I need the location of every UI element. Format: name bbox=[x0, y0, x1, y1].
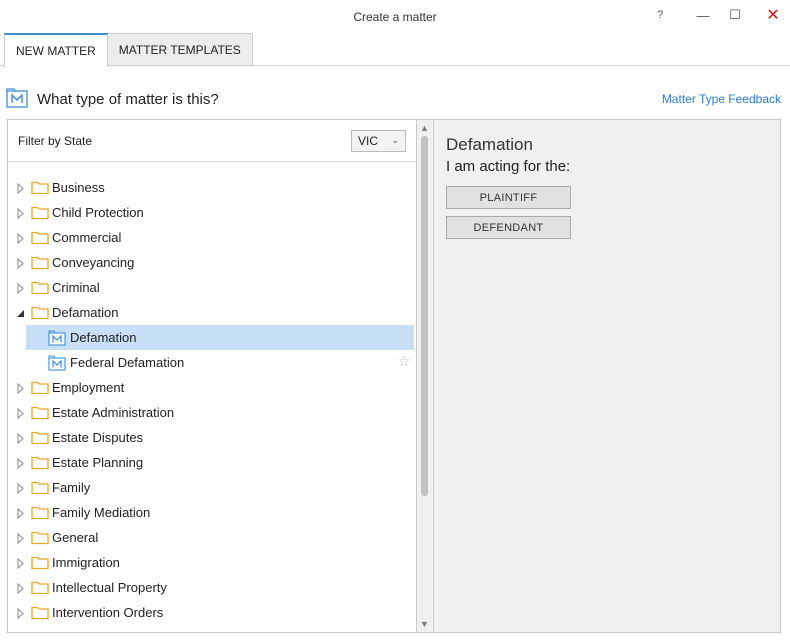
tree-folder-label: Intellectual Property bbox=[52, 580, 167, 595]
expand-arrow-icon[interactable] bbox=[16, 257, 26, 270]
tree-folder-label: Child Protection bbox=[52, 205, 144, 220]
state-dropdown-value: VIC bbox=[358, 134, 379, 148]
tab-divider bbox=[0, 65, 790, 66]
tree-folder-row[interactable]: Defamation bbox=[8, 300, 416, 325]
tree-folder-label: Estate Administration bbox=[52, 405, 175, 420]
tree-folder-row[interactable]: Family bbox=[8, 475, 416, 500]
state-dropdown[interactable]: VIC ⌄ bbox=[351, 130, 406, 152]
filter-by-state-label: Filter by State bbox=[18, 134, 93, 148]
tree-folder-row[interactable]: Immigration bbox=[8, 550, 416, 575]
minimize-button[interactable]: — bbox=[690, 4, 716, 26]
folder-icon bbox=[31, 530, 49, 548]
help-button[interactable]: ? bbox=[647, 4, 673, 26]
matter-type-icon bbox=[48, 355, 66, 374]
expand-arrow-icon[interactable] bbox=[16, 432, 26, 445]
folder-icon bbox=[31, 405, 49, 423]
scroll-up-icon[interactable]: ▲ bbox=[420, 123, 429, 133]
tree-folder-label: General bbox=[52, 530, 99, 545]
scroll-thumb[interactable] bbox=[421, 136, 428, 496]
folder-icon bbox=[31, 480, 49, 498]
close-button[interactable]: ✕ bbox=[760, 4, 786, 26]
tree-folder-label: Estate Disputes bbox=[52, 430, 144, 445]
expand-arrow-icon[interactable] bbox=[16, 607, 26, 620]
folder-icon bbox=[31, 280, 49, 298]
tree-folder-label: Employment bbox=[52, 380, 125, 395]
folder-icon bbox=[31, 205, 49, 223]
expand-arrow-icon[interactable] bbox=[16, 482, 26, 495]
expand-arrow-icon[interactable] bbox=[16, 207, 26, 220]
tree-folder-row[interactable]: Child Protection bbox=[8, 200, 416, 225]
tree-folder-label: Conveyancing bbox=[52, 255, 135, 270]
matter-type-question: What type of matter is this? bbox=[37, 90, 219, 108]
folder-icon bbox=[31, 580, 49, 598]
collapse-arrow-icon[interactable] bbox=[16, 307, 26, 318]
tree-folder-row[interactable]: Conveyancing bbox=[8, 250, 416, 275]
folder-icon bbox=[31, 430, 49, 448]
expand-arrow-icon[interactable] bbox=[16, 532, 26, 545]
tab-new-matter[interactable]: NEW MATTER bbox=[4, 33, 108, 67]
matter-type-icon bbox=[6, 87, 28, 111]
expand-arrow-icon[interactable] bbox=[16, 582, 26, 595]
tree-folder-row[interactable]: Employment bbox=[8, 375, 416, 400]
folder-icon bbox=[31, 555, 49, 573]
tree-folder-label: Immigration bbox=[52, 555, 120, 570]
tree-folder-label: Family Mediation bbox=[52, 505, 151, 520]
expand-arrow-icon[interactable] bbox=[16, 457, 26, 470]
tree-folder-row[interactable]: Business bbox=[8, 175, 416, 200]
detail-title: Defamation bbox=[446, 135, 533, 154]
defendant-button[interactable]: DEFENDANT bbox=[446, 216, 571, 239]
matter-type-feedback-link[interactable]: Matter Type Feedback bbox=[662, 92, 781, 106]
tree-folder-row[interactable]: Intervention Orders bbox=[8, 600, 416, 625]
tree-matter-type-row[interactable]: Federal Defamation ☆ bbox=[8, 350, 416, 375]
folder-icon bbox=[31, 605, 49, 623]
tree-folder-label: Family bbox=[52, 480, 91, 495]
expand-arrow-icon[interactable] bbox=[16, 382, 26, 395]
expand-arrow-icon[interactable] bbox=[16, 282, 26, 295]
scroll-down-icon[interactable]: ▼ bbox=[420, 619, 429, 629]
tree-folder-row[interactable]: Intellectual Property bbox=[8, 575, 416, 600]
tree-folder-label: Intervention Orders bbox=[52, 605, 164, 620]
tree-folder-label: Defamation bbox=[52, 305, 119, 320]
folder-icon bbox=[31, 180, 49, 198]
plaintiff-button[interactable]: PLAINTIFF bbox=[446, 186, 571, 209]
folder-icon bbox=[31, 380, 49, 398]
tree-folder-label: Estate Planning bbox=[52, 455, 144, 470]
title-bar: Create a matter ? — ☐ ✕ bbox=[0, 0, 790, 32]
filter-row: Filter by State VIC ⌄ bbox=[8, 120, 416, 162]
tree-folder-label: Business bbox=[52, 180, 105, 195]
maximize-button[interactable]: ☐ bbox=[722, 4, 748, 26]
tree-matter-type-label: Defamation bbox=[70, 330, 137, 345]
tree-folder-row[interactable]: Family Mediation bbox=[8, 500, 416, 525]
expand-arrow-icon[interactable] bbox=[16, 182, 26, 195]
tree-folder-row[interactable]: Commercial bbox=[8, 225, 416, 250]
tree-folder-row[interactable]: Estate Administration bbox=[8, 400, 416, 425]
tab-matter-templates[interactable]: MATTER TEMPLATES bbox=[106, 33, 253, 66]
expand-arrow-icon[interactable] bbox=[16, 407, 26, 420]
folder-icon bbox=[31, 305, 49, 323]
chevron-down-icon: ⌄ bbox=[391, 135, 399, 145]
star-icon[interactable]: ☆ bbox=[398, 353, 411, 370]
detail-subtitle: I am acting for the: bbox=[446, 158, 571, 175]
folder-icon bbox=[31, 455, 49, 473]
matter-type-list-pane: Filter by State VIC ⌄ Business Child Prot… bbox=[7, 119, 417, 633]
tree-folder-row[interactable]: Estate Planning bbox=[8, 450, 416, 475]
tree-matter-type-row[interactable]: Defamation bbox=[8, 325, 416, 350]
folder-icon bbox=[31, 255, 49, 273]
matter-type-header: What type of matter is this? bbox=[6, 87, 219, 111]
matter-type-icon bbox=[48, 330, 66, 349]
tree-folder-row[interactable]: Estate Disputes bbox=[8, 425, 416, 450]
expand-arrow-icon[interactable] bbox=[16, 557, 26, 570]
tree-folder-label: Criminal bbox=[52, 280, 100, 295]
tree-scrollbar[interactable]: ▲ ▼ bbox=[417, 119, 433, 633]
matter-detail-pane: Defamation I am acting for the: PLAINTIF… bbox=[433, 119, 781, 633]
tree-folder-row[interactable]: General bbox=[8, 525, 416, 550]
folder-icon bbox=[31, 230, 49, 248]
expand-arrow-icon[interactable] bbox=[16, 232, 26, 245]
tab-strip: NEW MATTER MATTER TEMPLATES bbox=[4, 33, 253, 67]
tree-matter-type-label: Federal Defamation bbox=[70, 355, 185, 370]
tree-folder-row[interactable]: Criminal bbox=[8, 275, 416, 300]
folder-icon bbox=[31, 505, 49, 523]
tree-folder-label: Commercial bbox=[52, 230, 122, 245]
expand-arrow-icon[interactable] bbox=[16, 507, 26, 520]
